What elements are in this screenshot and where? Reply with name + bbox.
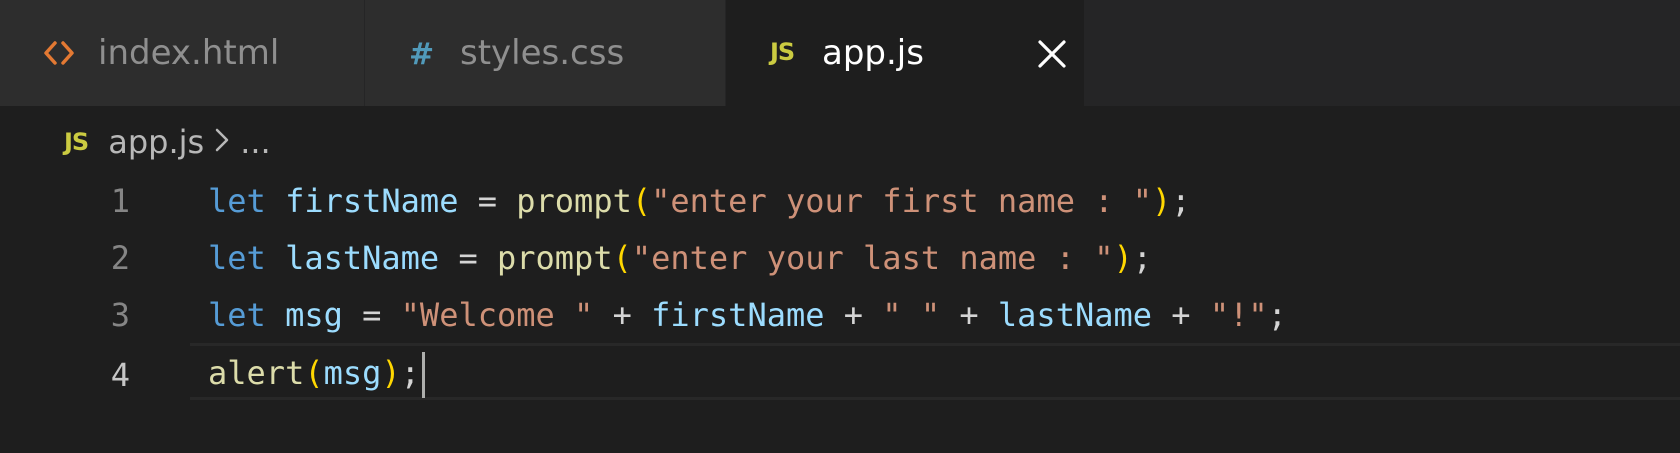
code-token: +	[940, 296, 998, 334]
html-file-icon	[44, 40, 74, 66]
code-token: let	[208, 239, 266, 277]
tab-index-html[interactable]: index.html	[0, 0, 365, 106]
code-token: "!"	[1209, 296, 1268, 334]
code-token: )	[1113, 239, 1133, 277]
code-text: let msg = "Welcome " + firstName + " " +…	[208, 295, 1287, 335]
js-file-icon: JS	[64, 128, 89, 156]
code-token: =	[342, 296, 401, 334]
code-token: +	[1152, 296, 1210, 334]
code-token: ;	[1267, 296, 1287, 334]
code-token: +	[593, 296, 652, 334]
code-text: let lastName = prompt("enter your last n…	[208, 238, 1152, 278]
current-code-line[interactable]: 4 alert(msg);	[111, 343, 1680, 400]
code-token: prompt	[496, 239, 613, 277]
code-token: (	[304, 354, 324, 392]
code-token: )	[1152, 182, 1172, 220]
chevron-right-icon	[214, 123, 230, 161]
code-token: alert	[208, 354, 305, 392]
js-file-icon: JS	[770, 38, 795, 66]
line-number: 3	[110, 296, 130, 334]
code-token: lastName	[285, 239, 440, 277]
line-number: 2	[110, 239, 130, 277]
code-text: let firstName = prompt("enter your first…	[208, 181, 1191, 221]
code-token: lastName	[997, 296, 1153, 334]
close-tab-icon[interactable]	[1037, 38, 1067, 68]
code-line[interactable]: 3 let msg = "Welcome " + firstName + " "…	[0, 286, 1680, 343]
code-token: (	[631, 182, 652, 220]
code-token: ;	[1132, 239, 1153, 277]
code-token: ;	[1171, 182, 1191, 220]
tab-styles-css[interactable]: # styles.css	[365, 0, 726, 106]
code-token: firstName	[285, 182, 459, 220]
tab-app-js[interactable]: JS app.js	[726, 0, 1085, 106]
code-token: "Welcome "	[400, 296, 594, 334]
text-cursor	[421, 352, 425, 398]
code-token: )	[381, 354, 401, 392]
css-file-icon: #	[409, 37, 435, 72]
code-line[interactable]: 1 let firstName = prompt("enter your fir…	[0, 172, 1680, 229]
code-token: (	[612, 239, 632, 277]
breadcrumb-rest[interactable]: ...	[240, 123, 271, 161]
tab-label: app.js	[822, 33, 924, 73]
code-token: +	[824, 296, 883, 334]
code-token: let	[208, 296, 266, 334]
code-token: " "	[882, 296, 941, 334]
tab-label: index.html	[98, 33, 280, 73]
code-token: =	[439, 239, 497, 277]
code-editor[interactable]: 1 let firstName = prompt("enter your fir…	[0, 172, 1680, 400]
code-token: prompt	[516, 182, 632, 220]
code-token: "enter your last name : "	[631, 239, 1114, 277]
code-token: msg	[323, 354, 382, 392]
code-text: alert(msg);	[208, 352, 425, 398]
code-token: firstName	[651, 296, 825, 334]
tab-label: styles.css	[460, 33, 625, 73]
code-token: let	[208, 182, 266, 220]
code-token: "enter your first name : "	[651, 182, 1153, 220]
breadcrumb: JS app.js ...	[64, 120, 271, 164]
code-token: ;	[400, 354, 420, 392]
breadcrumb-file[interactable]: app.js	[108, 123, 204, 161]
code-token: =	[458, 182, 517, 220]
line-number: 1	[110, 182, 130, 220]
line-number: 4	[110, 356, 130, 394]
code-token: msg	[285, 296, 343, 334]
editor-tab-bar: index.html # styles.css JS app.js	[0, 0, 1680, 106]
code-line[interactable]: 2 let lastName = prompt("enter your last…	[0, 229, 1680, 286]
